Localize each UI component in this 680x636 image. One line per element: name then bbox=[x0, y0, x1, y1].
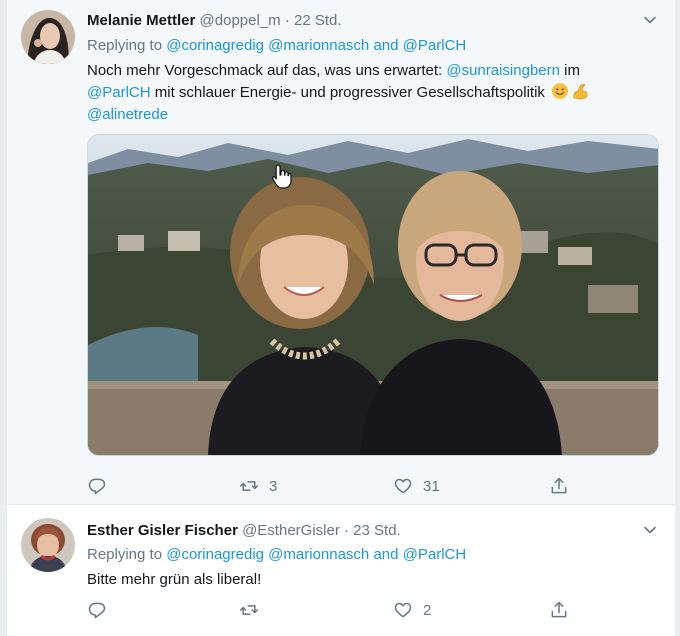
separator: · bbox=[344, 522, 349, 539]
replying-and[interactable]: and bbox=[373, 546, 398, 563]
retweet-button[interactable] bbox=[239, 598, 269, 622]
user-handle[interactable]: @EstherGisler bbox=[242, 522, 340, 539]
tweet[interactable]: Esther Gisler Fischer @EstherGisler · 23… bbox=[7, 506, 675, 636]
tweet-text: Noch mehr Vorgeschmack auf das, was uns … bbox=[87, 60, 659, 126]
user-handle[interactable]: @doppel_m bbox=[200, 12, 281, 29]
mention-link[interactable]: @ParlCH bbox=[403, 37, 467, 54]
like-count: 31 bbox=[423, 477, 440, 495]
tweet-actions: 2 bbox=[87, 598, 577, 622]
mention-link[interactable]: @sunraisingbern bbox=[446, 62, 560, 79]
replying-to-label: Replying to bbox=[87, 546, 163, 563]
retweet-button[interactable]: 3 bbox=[239, 474, 277, 498]
tweet[interactable]: Melanie Mettler @doppel_m · 22 Std. Repl… bbox=[7, 0, 675, 505]
tweet-header: Melanie Mettler @doppel_m · 22 Std. bbox=[87, 12, 342, 29]
mention-link[interactable]: @corinagredig bbox=[166, 37, 264, 54]
mention-link[interactable]: @alinetrede bbox=[87, 106, 168, 123]
reply-icon bbox=[88, 602, 106, 619]
tweet-photo[interactable] bbox=[87, 134, 659, 456]
tweet-text-part: im bbox=[564, 62, 580, 79]
timestamp[interactable]: 22 Std. bbox=[294, 12, 342, 29]
replying-and[interactable]: and bbox=[373, 37, 398, 54]
share-button[interactable] bbox=[549, 474, 569, 498]
timestamp[interactable]: 23 Std. bbox=[353, 522, 401, 539]
flexed-biceps-emoji-icon bbox=[573, 83, 588, 100]
display-name[interactable]: Melanie Mettler bbox=[87, 12, 195, 29]
tweet-actions: 3 31 bbox=[87, 474, 577, 498]
mention-link[interactable]: @marionnasch bbox=[268, 546, 369, 563]
like-button[interactable]: 31 bbox=[393, 474, 440, 498]
tweet-text-part: mit schlauer Energie- und progressiver G… bbox=[154, 84, 545, 101]
heart-icon bbox=[394, 602, 412, 618]
display-name[interactable]: Esther Gisler Fischer bbox=[87, 522, 238, 539]
retweet-count: 3 bbox=[269, 477, 278, 495]
avatar[interactable] bbox=[21, 10, 75, 64]
tweet-text-part: Noch mehr Vorgeschmack auf das, was uns … bbox=[87, 62, 443, 79]
mention-link[interactable]: @ParlCH bbox=[87, 84, 151, 101]
retweet-icon bbox=[239, 481, 259, 491]
reply-button[interactable] bbox=[87, 598, 117, 622]
retweet-icon bbox=[239, 605, 259, 615]
chevron-down-icon[interactable] bbox=[643, 13, 657, 27]
mention-link[interactable]: @corinagredig bbox=[166, 546, 264, 563]
smiling-face-emoji-icon bbox=[552, 83, 569, 99]
timeline: Melanie Mettler @doppel_m · 22 Std. Repl… bbox=[6, 0, 675, 636]
separator: · bbox=[284, 12, 290, 29]
share-icon bbox=[551, 477, 567, 494]
share-button[interactable] bbox=[549, 598, 569, 622]
replying-to-label: Replying to bbox=[87, 37, 163, 54]
like-button[interactable]: 2 bbox=[393, 598, 431, 622]
share-icon bbox=[551, 601, 567, 618]
avatar[interactable] bbox=[21, 518, 75, 572]
tweet-text: Bitte mehr grün als liberal! bbox=[87, 571, 262, 588]
hand-cursor-icon bbox=[272, 164, 292, 189]
like-count: 2 bbox=[423, 601, 432, 619]
heart-icon bbox=[394, 478, 412, 494]
reply-button[interactable] bbox=[87, 474, 117, 498]
tweet-header: Esther Gisler Fischer @EstherGisler · 23… bbox=[87, 522, 401, 539]
replying-to: Replying to @corinagredig @marionnasch a… bbox=[87, 37, 466, 54]
chevron-down-icon[interactable] bbox=[643, 523, 657, 537]
mention-link[interactable]: @marionnasch bbox=[268, 37, 369, 54]
mention-link[interactable]: @ParlCH bbox=[403, 546, 467, 563]
reply-icon bbox=[88, 478, 106, 495]
replying-to: Replying to @corinagredig @marionnasch a… bbox=[87, 546, 466, 563]
